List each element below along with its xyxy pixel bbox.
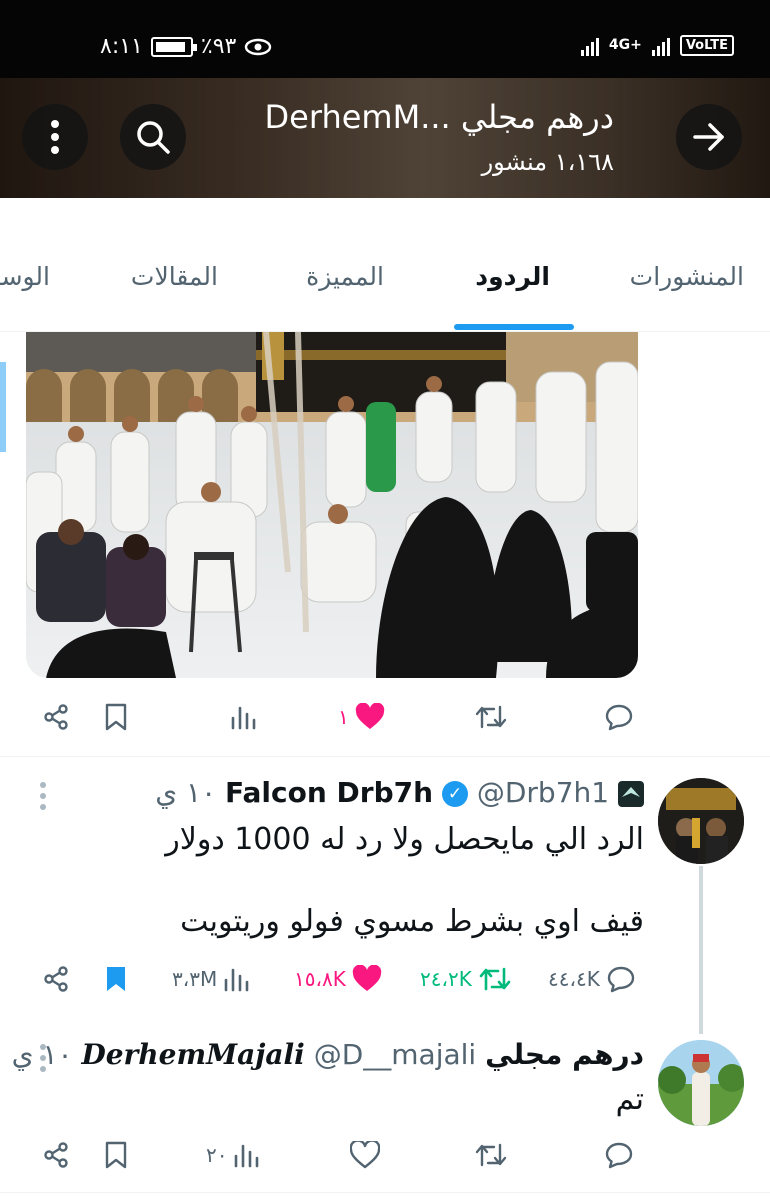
bookmark-icon — [105, 1141, 127, 1169]
more-options-button[interactable] — [36, 782, 50, 810]
tab-highlights[interactable]: المميزة — [306, 262, 384, 291]
like-button[interactable]: ١ — [338, 692, 385, 742]
bookmark-filled-icon — [107, 967, 125, 991]
like-button[interactable]: ١٥،٨K — [294, 954, 382, 1004]
eye-icon — [245, 38, 272, 55]
bookmark-button[interactable] — [104, 1130, 128, 1180]
tab-replies[interactable]: الردود — [475, 262, 550, 291]
bookmark-icon — [105, 703, 127, 731]
reply-button[interactable] — [604, 1130, 634, 1180]
author-name[interactable]: درهم مجلي — [485, 1038, 644, 1071]
share-button[interactable] — [42, 692, 70, 742]
status-time: ٨:١١ — [100, 34, 143, 59]
bookmark-button[interactable] — [104, 692, 128, 742]
reply-icon — [605, 1142, 633, 1169]
reply-actions: ٢٠ — [0, 1130, 770, 1180]
active-tab-indicator — [454, 324, 574, 330]
reply-text-line: تم — [615, 1082, 644, 1117]
reply-actions: ٣،٣M ١٥،٨K ٢٤،٢K ٤٤،٤K — [0, 954, 770, 1004]
tab-articles[interactable]: المقالات — [131, 262, 218, 291]
share-icon — [44, 704, 68, 730]
views-icon — [231, 706, 256, 730]
tab-posts[interactable]: المنشورات — [630, 262, 744, 291]
more-dot — [40, 793, 46, 799]
repost-count: ٢٤،٢K — [420, 967, 472, 991]
reply-button[interactable]: ٤٤،٤K — [548, 954, 636, 1004]
search-icon — [137, 121, 170, 154]
scroll-indicator — [0, 362, 6, 452]
views-button[interactable] — [230, 692, 256, 742]
falcon-logo-icon — [618, 781, 644, 807]
views-count: ٣،٣M — [172, 967, 218, 991]
reply-header: Falcon Drb7h ✓ @Drb7h1 ١٠ ي — [155, 776, 644, 809]
more-dot — [40, 782, 46, 788]
repost-button[interactable] — [474, 1130, 508, 1180]
arrow-right-icon — [693, 123, 724, 151]
bookmark-button[interactable] — [104, 954, 128, 1004]
views-icon — [235, 1144, 259, 1168]
author-handle[interactable]: @D__majali — [314, 1038, 477, 1071]
tab-media[interactable]: الوسائط — [0, 262, 50, 291]
more-vertical-icon — [51, 120, 59, 154]
reply-text-line: قيف اوي بشرط مسوي فولو وريتويت — [180, 904, 644, 939]
like-button[interactable] — [350, 1130, 380, 1180]
heart-filled-icon — [352, 965, 382, 991]
repost-icon — [475, 705, 507, 729]
status-bar: ٨:١١ ٪٩٣ 4G+ VoLTE — [0, 0, 770, 78]
reply-count: ٤٤،٤K — [548, 967, 600, 991]
reply-icon — [605, 704, 633, 731]
avatar-derhem[interactable] — [658, 1040, 744, 1126]
avatar-falcon[interactable] — [658, 778, 744, 864]
views-button[interactable]: ٢٠ — [206, 1130, 259, 1180]
more-dot — [40, 804, 46, 810]
repost-icon — [479, 967, 511, 991]
like-count: ١ — [338, 705, 349, 729]
share-button[interactable] — [42, 1130, 70, 1180]
share-button[interactable] — [42, 954, 70, 1004]
avatar-image — [658, 1040, 744, 1126]
verified-badge-icon: ✓ — [441, 781, 468, 807]
reply-button[interactable] — [604, 692, 634, 742]
like-count: ١٥،٨K — [294, 967, 346, 991]
repost-button[interactable]: ٢٤،٢K — [420, 954, 512, 1004]
avatar-image — [658, 778, 744, 864]
network-label: 4G+ — [608, 37, 642, 53]
heart-filled-icon — [355, 703, 384, 729]
divider — [0, 1192, 770, 1193]
posts-count: ١،١٦٨ منشور — [481, 148, 614, 176]
repost-icon — [475, 1143, 507, 1167]
thread-line — [699, 866, 703, 1034]
post-time: ١٠ ي — [155, 776, 217, 809]
share-icon — [44, 966, 68, 992]
post-photo[interactable] — [26, 332, 638, 678]
repost-button[interactable] — [474, 692, 508, 742]
author-name[interactable]: Falcon Drb7h — [225, 776, 433, 809]
search-button[interactable] — [120, 104, 186, 170]
signal-icon — [580, 34, 599, 56]
author-handle[interactable]: @Drb7h1 — [477, 776, 609, 809]
views-count: ٢٠ — [206, 1143, 228, 1167]
divider — [0, 756, 770, 757]
reply-header: درهم مجلي DerhemMajali @D__majali ١٠ ي — [12, 1038, 644, 1071]
post-time: ١٠ ي — [11, 1038, 73, 1071]
post-actions: ١ — [0, 692, 770, 742]
reply-text-line: الرد الي مايحصل ولا رد له 1000 دولار — [165, 822, 644, 857]
author-name-script[interactable]: DerhemMajali — [81, 1038, 304, 1071]
battery-icon — [150, 36, 197, 57]
reply-icon — [607, 966, 635, 993]
profile-title: درهم مجلي ...DerhemM — [264, 98, 614, 136]
back-button[interactable] — [676, 104, 742, 170]
more-options-button[interactable] — [22, 104, 88, 170]
views-icon — [224, 968, 249, 992]
profile-header: درهم مجلي ...DerhemM ١،١٦٨ منشور — [0, 78, 770, 198]
share-icon — [44, 1142, 68, 1168]
signal-icon-2 — [651, 34, 670, 56]
views-button[interactable]: ٣،٣M — [172, 954, 249, 1004]
profile-tabs: المنشورات الردود المميزة المقالات الوسائ… — [0, 198, 770, 332]
heart-icon — [350, 1141, 380, 1169]
battery-percent: ٪٩٣ — [200, 34, 237, 59]
volte-badge: VoLTE — [679, 34, 734, 56]
